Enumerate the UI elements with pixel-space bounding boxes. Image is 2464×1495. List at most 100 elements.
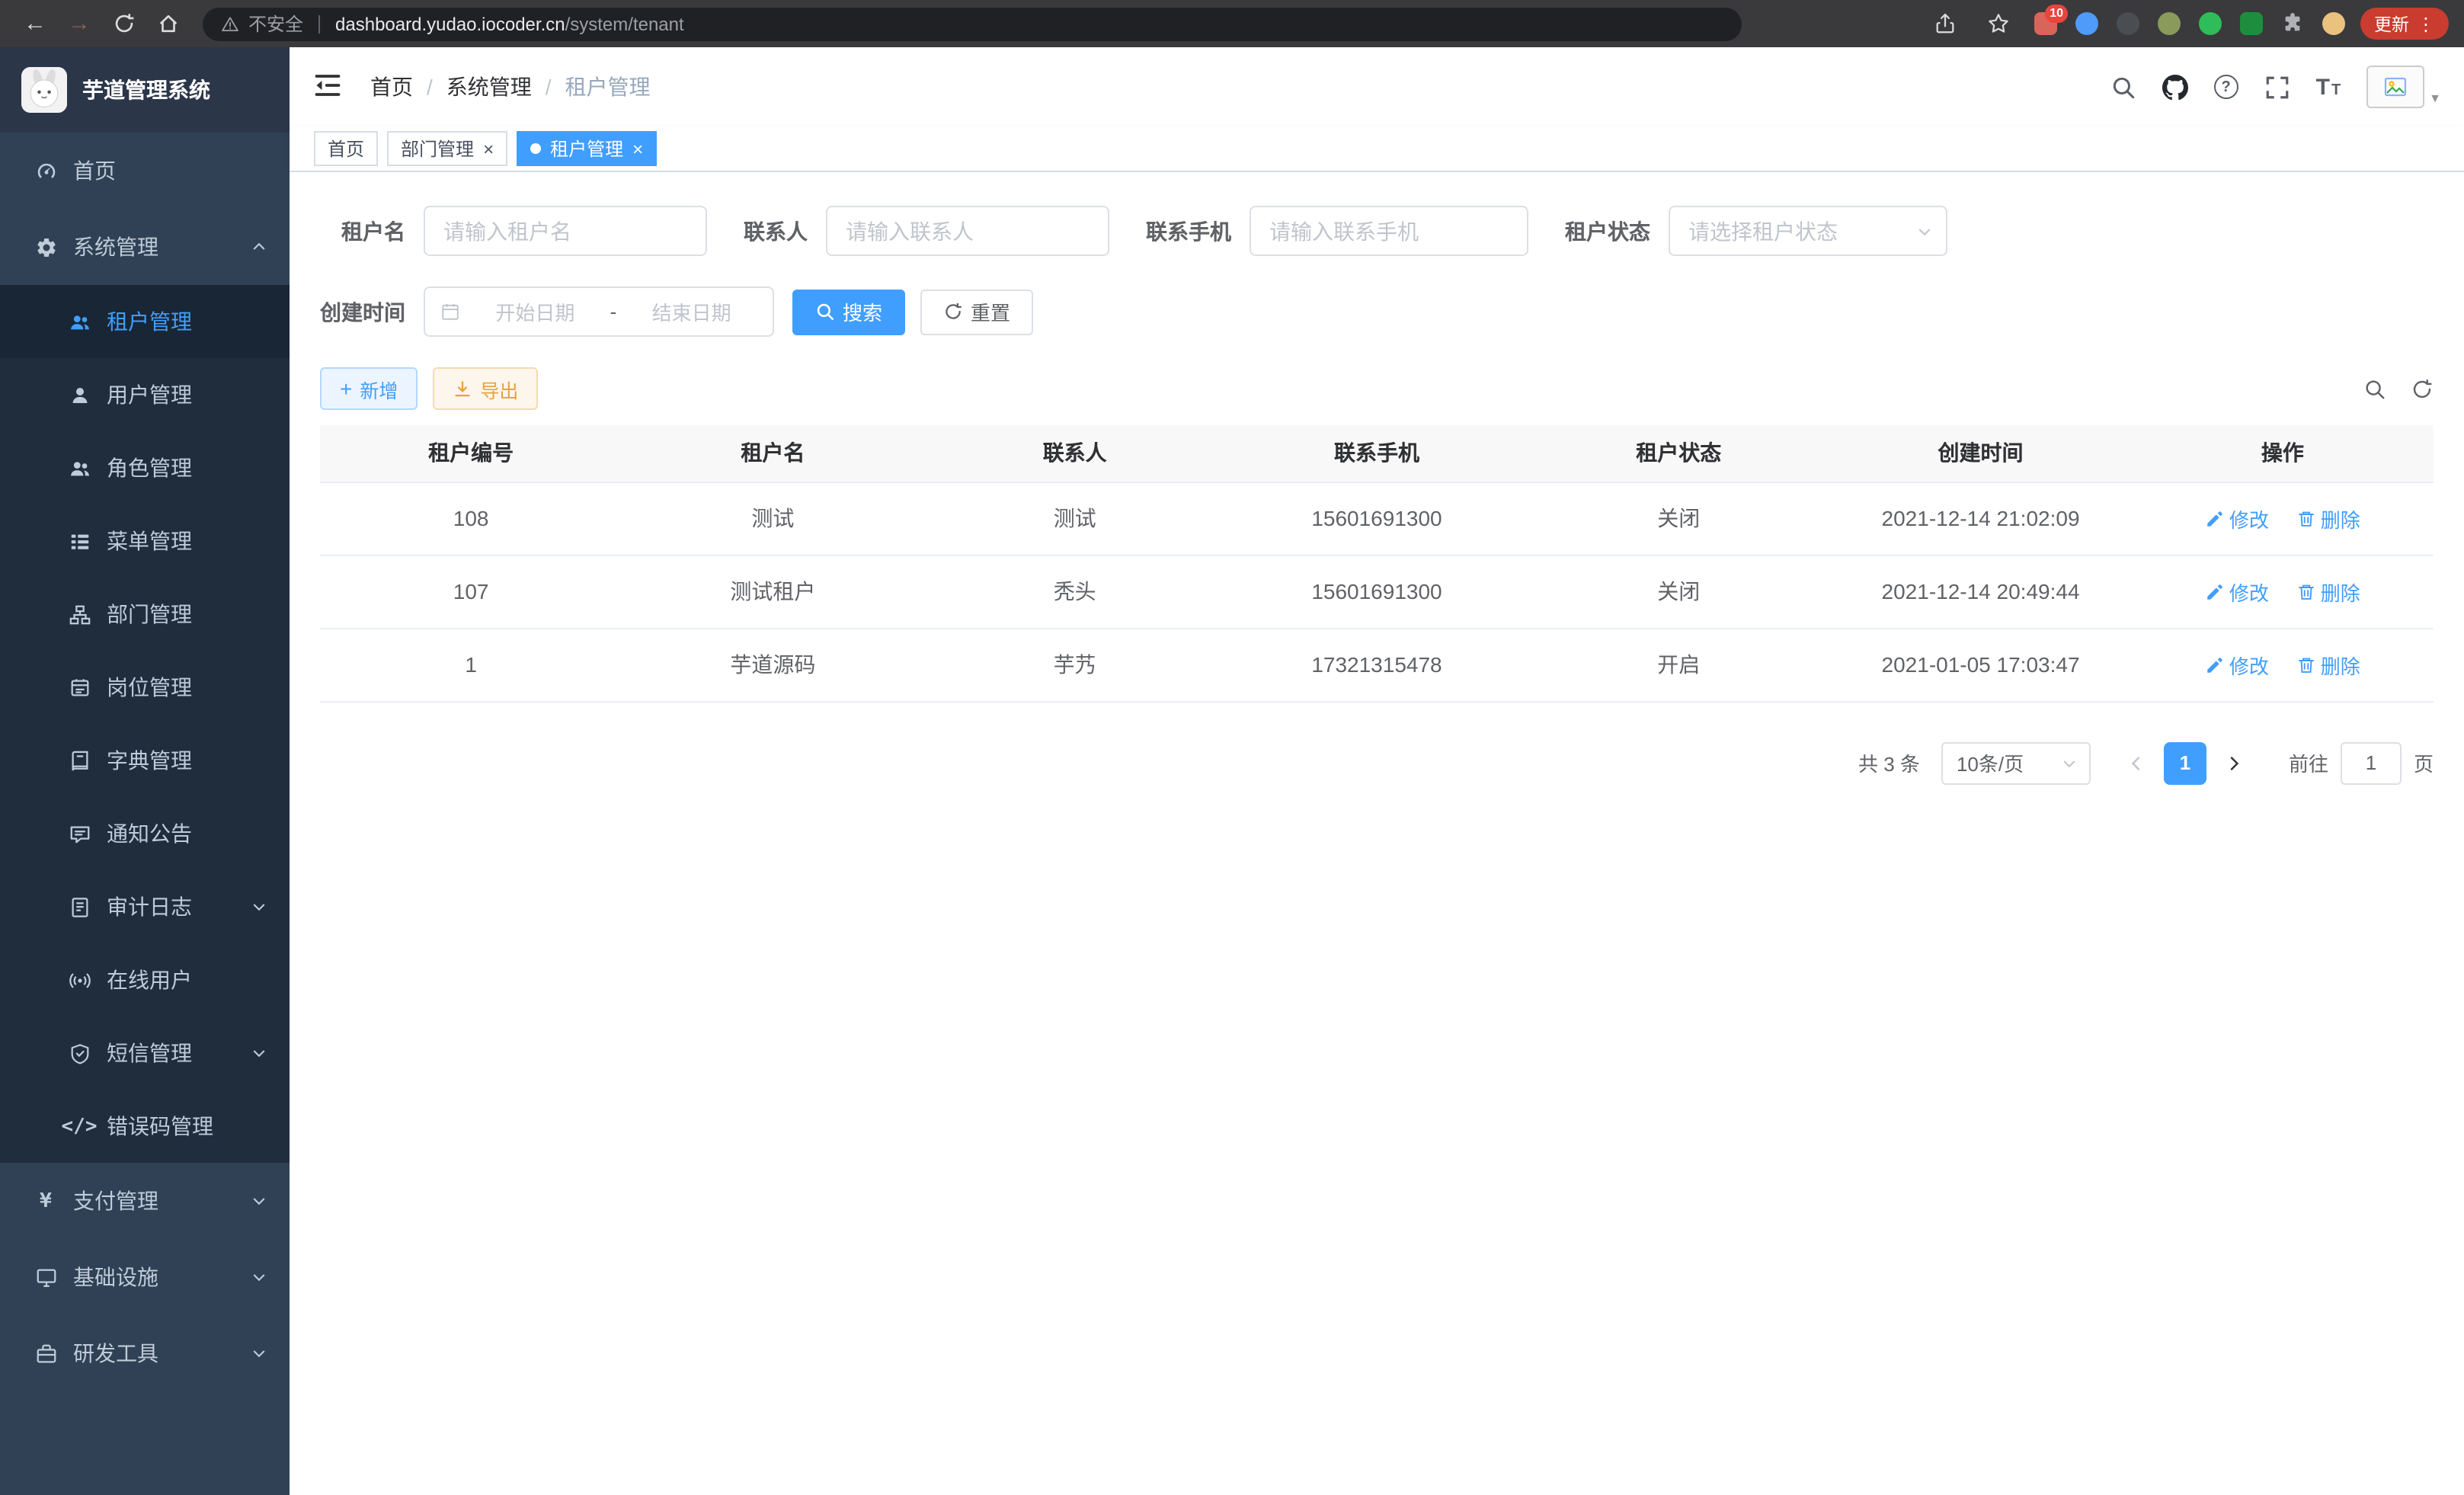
sidebar-item-home[interactable]: 首页 bbox=[0, 133, 290, 209]
sidebar-item-role[interactable]: 角色管理 bbox=[0, 431, 290, 504]
delete-link[interactable]: 删除 bbox=[2296, 577, 2360, 606]
col-contact: 联系人 bbox=[924, 425, 1226, 482]
sidebar-item-user[interactable]: 用户管理 bbox=[0, 358, 290, 431]
cell-created: 2021-12-14 20:49:44 bbox=[1829, 555, 2131, 628]
status-select[interactable]: 请选择租户状态 bbox=[1669, 206, 1947, 256]
extension-glyph bbox=[2239, 12, 2262, 35]
contact-label: 联系人 bbox=[744, 216, 826, 246]
tab-tenant[interactable]: 租户管理 × bbox=[517, 131, 657, 166]
close-icon[interactable]: × bbox=[483, 139, 494, 158]
extensions-puzzle-icon[interactable] bbox=[2278, 10, 2306, 37]
refresh-table-icon[interactable] bbox=[2411, 377, 2434, 400]
delete-label: 删除 bbox=[2321, 577, 2360, 606]
chevron-down-icon bbox=[250, 1344, 268, 1362]
breadcrumb-system[interactable]: 系统管理 bbox=[446, 72, 532, 102]
sidebar-item-dept[interactable]: 部门管理 bbox=[0, 578, 290, 651]
sidebar-item-notice[interactable]: 通知公告 bbox=[0, 797, 290, 870]
hamburger-icon[interactable] bbox=[312, 70, 346, 104]
reload-icon[interactable] bbox=[104, 4, 143, 43]
plus-icon: + bbox=[340, 378, 352, 399]
browser-profile-avatar[interactable] bbox=[2319, 10, 2347, 37]
back-icon[interactable]: ← bbox=[15, 4, 55, 43]
sidebar-item-error-code[interactable]: </> 错误码管理 bbox=[0, 1090, 290, 1163]
app-frame: 芋道管理系统 首页 系统管理 bbox=[0, 47, 2464, 1495]
fullscreen-icon[interactable] bbox=[2264, 74, 2290, 100]
table-row: 1 芋道源码 芋艿 17321315478 开启 2021-01-05 17:0… bbox=[320, 628, 2434, 701]
sidebar-item-payment[interactable]: ¥ 支付管理 bbox=[0, 1163, 290, 1239]
sidebar-item-dict[interactable]: 字典管理 bbox=[0, 724, 290, 797]
github-icon[interactable] bbox=[2162, 74, 2188, 100]
pagination-goto: 前往 页 bbox=[2289, 741, 2434, 784]
tab-dept[interactable]: 部门管理 × bbox=[387, 131, 507, 166]
date-separator: - bbox=[610, 300, 617, 323]
sidebar-item-menu[interactable]: 菜单管理 bbox=[0, 504, 290, 578]
page-size-select[interactable]: 10条/页 bbox=[1941, 741, 2091, 784]
extension-icon-5[interactable] bbox=[2196, 10, 2223, 37]
breadcrumb-separator: / bbox=[546, 75, 552, 99]
bookmark-star-icon[interactable] bbox=[1978, 4, 2018, 43]
add-button[interactable]: + 新增 bbox=[320, 367, 418, 410]
app-logo[interactable]: 芋道管理系统 bbox=[0, 47, 290, 133]
gear-icon bbox=[34, 235, 58, 259]
tab-home[interactable]: 首页 bbox=[314, 131, 378, 166]
delete-link[interactable]: 删除 bbox=[2296, 504, 2360, 533]
cell-status: 开启 bbox=[1528, 628, 1829, 701]
help-icon[interactable]: ? bbox=[2214, 75, 2238, 99]
date-range-picker[interactable]: 开始日期 - 结束日期 bbox=[424, 287, 774, 337]
sidebar-item-dev-tools[interactable]: 研发工具 bbox=[0, 1315, 290, 1391]
sidebar-item-tenant[interactable]: 租户管理 bbox=[0, 285, 290, 358]
sidebar-item-system[interactable]: 系统管理 bbox=[0, 209, 290, 285]
roles-icon bbox=[67, 456, 91, 480]
extension-icon-1[interactable]: 10 bbox=[2031, 10, 2059, 37]
sidebar-item-online-users[interactable]: 在线用户 bbox=[0, 943, 290, 1016]
tab-label: 部门管理 bbox=[401, 136, 474, 162]
close-icon[interactable]: × bbox=[632, 139, 643, 158]
address-bar[interactable]: 不安全 dashboard.yudao.iocoder.cn/system/te… bbox=[203, 7, 1742, 40]
prev-page-icon[interactable] bbox=[2118, 741, 2155, 784]
font-size-icon[interactable]: TT bbox=[2316, 74, 2341, 100]
extension-icon-3[interactable] bbox=[2114, 10, 2141, 37]
breadcrumb-home[interactable]: 首页 bbox=[370, 72, 413, 102]
edit-link[interactable]: 修改 bbox=[2205, 577, 2269, 606]
tenant-name-input[interactable] bbox=[424, 206, 707, 256]
share-icon[interactable] bbox=[1925, 4, 1964, 43]
calendar-icon bbox=[440, 302, 460, 322]
date-start-placeholder[interactable]: 开始日期 bbox=[469, 297, 601, 326]
sidebar-item-audit-log[interactable]: 审计日志 bbox=[0, 870, 290, 943]
tab-label: 租户管理 bbox=[550, 136, 623, 162]
chrome-update-button[interactable]: 更新 ⋮ bbox=[2360, 8, 2449, 40]
page-number-current[interactable]: 1 bbox=[2164, 741, 2206, 784]
search-button[interactable]: 搜索 bbox=[792, 289, 905, 335]
sidebar-item-infrastructure[interactable]: 基础设施 bbox=[0, 1239, 290, 1315]
user-icon bbox=[67, 383, 91, 407]
edit-link[interactable]: 修改 bbox=[2205, 504, 2269, 533]
cell-actions: 修改 删除 bbox=[2132, 628, 2434, 701]
edit-link[interactable]: 修改 bbox=[2205, 650, 2269, 679]
next-page-icon[interactable] bbox=[2216, 741, 2252, 784]
sidebar-menu: 首页 系统管理 租户管理 bbox=[0, 133, 290, 1495]
export-button[interactable]: 导出 bbox=[433, 367, 538, 410]
contact-input[interactable] bbox=[826, 206, 1109, 256]
goto-page-input[interactable] bbox=[2341, 741, 2402, 784]
search-icon[interactable] bbox=[2110, 74, 2136, 100]
topbar: 首页 / 系统管理 / 租户管理 ? bbox=[290, 47, 2464, 126]
extension-icon-6[interactable] bbox=[2237, 10, 2264, 37]
extension-icon-4[interactable] bbox=[2155, 10, 2182, 37]
user-avatar-menu[interactable]: ▼ bbox=[2366, 66, 2441, 108]
url-host: dashboard.yudao.iocoder.cn bbox=[335, 13, 565, 34]
pagination-total: 共 3 条 bbox=[1858, 748, 1920, 777]
filter-tenant-name: 租户名 bbox=[320, 206, 707, 256]
reset-button[interactable]: 重置 bbox=[920, 289, 1033, 335]
date-end-placeholder[interactable]: 结束日期 bbox=[626, 297, 757, 326]
delete-link[interactable]: 删除 bbox=[2296, 650, 2360, 679]
forward-icon[interactable]: → bbox=[59, 4, 99, 43]
sidebar-item-sms[interactable]: 短信管理 bbox=[0, 1016, 290, 1090]
sidebar-item-post[interactable]: 岗位管理 bbox=[0, 651, 290, 724]
home-icon[interactable] bbox=[148, 4, 187, 43]
url-text: dashboard.yudao.iocoder.cn/system/tenant bbox=[335, 13, 684, 34]
extension-icon-2[interactable] bbox=[2072, 10, 2100, 37]
warning-icon bbox=[221, 14, 239, 33]
toggle-search-icon[interactable] bbox=[2363, 377, 2386, 400]
phone-input[interactable] bbox=[1250, 206, 1528, 256]
sidebar-item-label: 岗位管理 bbox=[107, 672, 268, 703]
